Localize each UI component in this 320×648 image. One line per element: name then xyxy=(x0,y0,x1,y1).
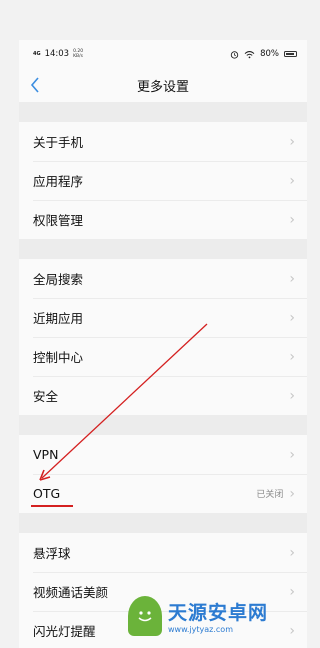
settings-item-label: 悬浮球 xyxy=(33,546,71,561)
chevron-right-icon: › xyxy=(289,622,295,639)
settings-item-label: 关于手机 xyxy=(33,135,84,150)
chevron-right-icon: › xyxy=(289,583,295,600)
settings-item-vpn[interactable]: VPN › xyxy=(19,435,307,474)
section-gap xyxy=(19,415,307,435)
settings-item-label: 近期应用 xyxy=(33,311,84,326)
chevron-right-icon: › xyxy=(289,348,295,365)
settings-item-label: 视频通话美颜 xyxy=(33,585,109,600)
chevron-right-icon: › xyxy=(289,172,295,189)
alarm-icon xyxy=(230,50,239,59)
settings-item-label: 控制中心 xyxy=(33,350,84,365)
chevron-right-icon: › xyxy=(289,485,295,502)
otg-highlight-underline xyxy=(31,505,73,507)
chevron-right-icon: › xyxy=(289,309,295,326)
watermark-title: 天源安卓网 xyxy=(168,602,269,624)
section-gap xyxy=(19,513,307,533)
android-logo-icon xyxy=(128,596,162,636)
chevron-right-icon: › xyxy=(289,446,295,463)
site-watermark: 天源安卓网 www.jytyaz.com xyxy=(128,596,268,636)
status-bar: 4G 14:03 0.20 KB/s 80% xyxy=(19,40,307,68)
settings-item-apps[interactable]: 应用程序 › xyxy=(19,161,307,200)
chevron-right-icon: › xyxy=(289,211,295,228)
chevron-right-icon: › xyxy=(289,544,295,561)
status-time: 14:03 xyxy=(44,49,70,59)
settings-group-device: 关于手机 › 应用程序 › 权限管理 › xyxy=(19,122,307,239)
battery-icon xyxy=(284,51,297,57)
back-button[interactable] xyxy=(19,68,51,102)
settings-item-security[interactable]: 安全 › xyxy=(19,376,307,415)
network-speed-unit: KB/s xyxy=(73,54,83,59)
watermark-url: www.jytyaz.com xyxy=(168,625,233,634)
settings-group-system: 全局搜索 › 近期应用 › 控制中心 › 安全 › xyxy=(19,259,307,415)
chevron-right-icon: › xyxy=(289,133,295,150)
settings-item-about-phone[interactable]: 关于手机 › xyxy=(19,122,307,161)
settings-item-label: 安全 xyxy=(33,389,59,404)
settings-screen: 4G 14:03 0.20 KB/s 80% 更多设置 关于手机 › 应用程序 … xyxy=(19,40,307,648)
section-gap xyxy=(19,102,307,122)
settings-item-recent-apps[interactable]: 近期应用 › xyxy=(19,298,307,337)
settings-item-otg[interactable]: OTG 已关闭 › xyxy=(19,474,307,513)
settings-item-label: 应用程序 xyxy=(33,174,84,189)
settings-item-label: 权限管理 xyxy=(33,213,84,228)
navigation-bar: 更多设置 xyxy=(19,68,307,102)
chevron-left-icon xyxy=(30,77,39,93)
settings-item-label: OTG xyxy=(33,486,61,501)
signal-indicator: 4G xyxy=(33,50,41,57)
otg-status-value: 已关闭 xyxy=(256,490,284,500)
settings-item-floating-ball[interactable]: 悬浮球 › xyxy=(19,533,307,572)
settings-item-permissions[interactable]: 权限管理 › xyxy=(19,200,307,239)
settings-item-global-search[interactable]: 全局搜索 › xyxy=(19,259,307,298)
settings-item-control-center[interactable]: 控制中心 › xyxy=(19,337,307,376)
settings-item-label: VPN xyxy=(33,447,59,462)
section-gap xyxy=(19,239,307,259)
chevron-right-icon: › xyxy=(289,387,295,404)
battery-percentage: 80% xyxy=(260,49,279,59)
chevron-right-icon: › xyxy=(289,270,295,287)
settings-group-connection: VPN › OTG 已关闭 › xyxy=(19,435,307,513)
settings-item-label: 闪光灯提醒 xyxy=(33,624,96,639)
page-title: 更多设置 xyxy=(136,79,189,95)
wifi-icon xyxy=(244,50,255,58)
settings-item-label: 全局搜索 xyxy=(33,272,84,287)
